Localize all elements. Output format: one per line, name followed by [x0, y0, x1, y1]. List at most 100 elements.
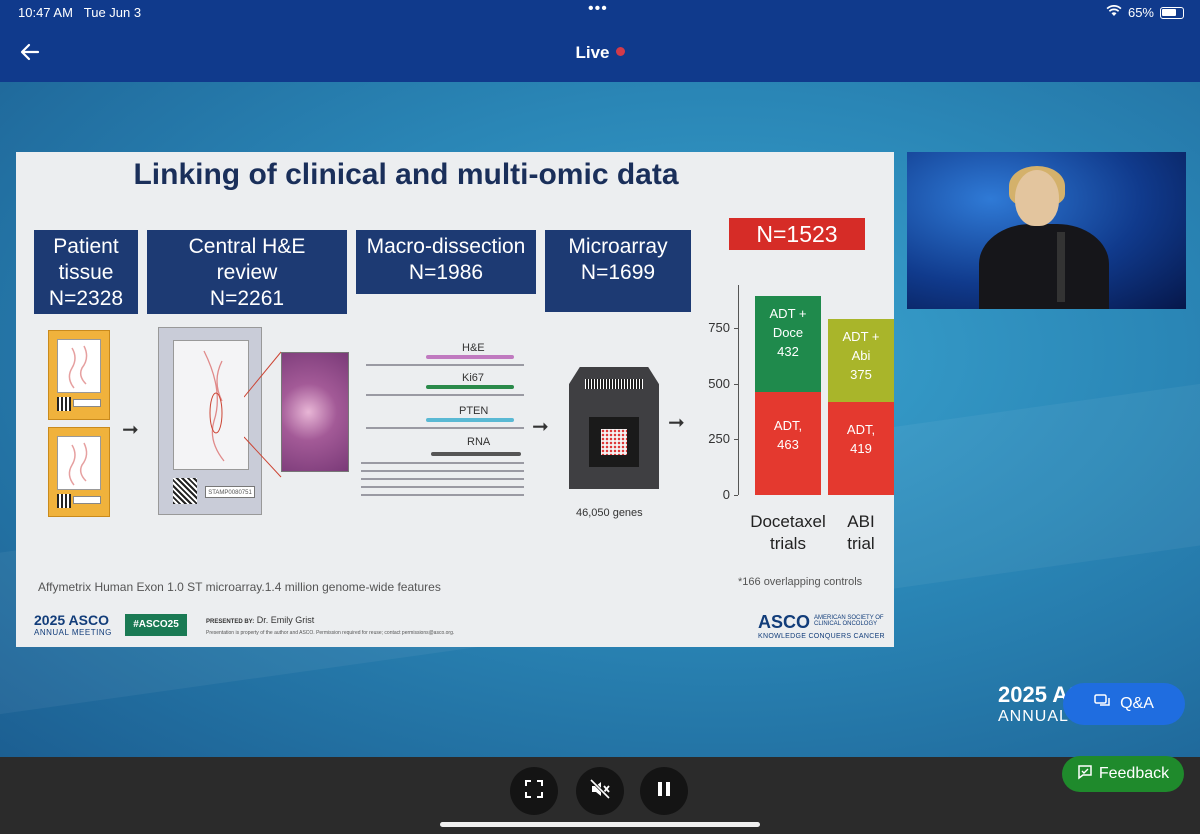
feedback-label: Feedback — [1098, 765, 1170, 782]
pten-band — [426, 418, 514, 422]
pause-button[interactable] — [640, 767, 688, 815]
lane-line — [361, 486, 524, 488]
bar-segment: ADT, 463 — [755, 392, 821, 495]
lane-label: RNA — [467, 436, 491, 448]
bar-data-label: ADT, 419 — [846, 422, 876, 457]
multitask-dots-icon[interactable]: ••• — [588, 0, 608, 18]
lane-label: PTEN — [459, 405, 489, 417]
lane-line — [361, 470, 524, 472]
asco-tagline: KNOWLEDGE CONQUERS CANCER — [758, 633, 885, 640]
microarray-chip — [569, 367, 659, 489]
battery-icon — [1160, 6, 1184, 19]
app-header: 10:47 AM Tue Jun 3 ••• 65% Live — [0, 0, 1200, 82]
step-microarray: Microarray N=1699 — [545, 230, 691, 312]
live-title: Live — [0, 43, 1200, 63]
step-title: Patient tissue — [53, 235, 119, 284]
step-n: N=2261 — [209, 287, 285, 310]
feedback-icon — [1077, 764, 1093, 785]
video-stage: Linking of clinical and multi-omic data … — [0, 82, 1200, 757]
lane-line — [366, 364, 524, 366]
qa-button[interactable]: Q&A — [1063, 683, 1185, 725]
presenter-name: Dr. Emily Grist — [256, 615, 315, 625]
lane-line — [366, 427, 524, 429]
playback-controls — [0, 757, 1200, 834]
y-tick-label: 750 — [708, 320, 730, 336]
status-bar: 10:47 AM Tue Jun 3 ••• 65% — [0, 0, 1200, 22]
qa-label: Q&A — [1120, 695, 1154, 712]
flow-arrow-icon: ➞ — [532, 416, 549, 438]
bar-data-label: ADT + Doce 432 — [769, 306, 807, 360]
step-patient-tissue: Patient tissue N=2328 — [34, 230, 138, 314]
y-axis-line — [738, 285, 739, 495]
battery-percent: 65% — [1127, 5, 1154, 20]
presenter-prefix: PRESENTED BY: — [206, 619, 255, 625]
asco-annual-meeting-logo: 2025 ASCO ANNUAL MEETING — [34, 612, 112, 637]
step-title: Macro-dissection — [366, 235, 526, 258]
histology-image — [281, 352, 349, 472]
asco-full-name: AMERICAN SOCIETY OF CLINICAL ONCOLOGY — [814, 615, 884, 627]
lane-line — [361, 462, 524, 464]
pause-icon — [657, 781, 671, 802]
fullscreen-button[interactable] — [510, 767, 558, 815]
y-tick-label: 250 — [708, 431, 730, 447]
logo-year: 2025 ASCO — [34, 612, 109, 628]
asco-wordmark: ASCO — [758, 612, 811, 632]
presentation-slide: Linking of clinical and multi-omic data … — [16, 152, 894, 647]
tissue-cassette — [48, 427, 110, 517]
y-tick-label: 0 — [722, 487, 730, 502]
feedback-button[interactable]: Feedback — [1062, 756, 1184, 792]
lane-line — [361, 478, 524, 480]
bar-data-label: ADT, 463 — [773, 417, 803, 452]
step-macro-dissection: Macro-dissection N=1986 — [356, 230, 536, 294]
speaker-video[interactable] — [907, 152, 1186, 309]
x-category-label: ABI trial — [847, 512, 875, 553]
flow-arrow-icon: ➞ — [668, 412, 685, 434]
lane-label: H&E — [462, 342, 485, 354]
status-right: 65% — [1106, 4, 1184, 20]
bar-segment: ADT + Doce 432 — [755, 296, 821, 393]
y-tick-mark — [734, 328, 738, 330]
step-n: N=2328 — [48, 287, 124, 310]
chat-bubbles-icon — [1094, 693, 1112, 715]
hashtag-badge: #ASCO25 — [125, 614, 187, 636]
step-central-review: Central H&E review N=2261 — [147, 230, 347, 314]
slide-title: Linking of clinical and multi-omic data — [133, 158, 679, 191]
ki67-band — [426, 385, 514, 389]
he-band — [426, 355, 514, 359]
lane-line — [366, 394, 524, 396]
rna-band — [431, 452, 521, 456]
lane-label: Ki67 — [462, 372, 485, 384]
presenter: PRESENTED BY: Dr. Emily Grist — [206, 615, 314, 625]
chip-label: 46,050 genes — [576, 507, 643, 519]
step-title: Central H&E review — [188, 235, 306, 284]
total-n-badge: N=1523 — [729, 218, 865, 250]
step-title: Microarray — [568, 235, 668, 258]
bar-segment: ADT, 419 — [828, 401, 894, 495]
step-n: N=1699 — [580, 261, 656, 284]
speaker-face — [1015, 170, 1059, 226]
mute-icon — [589, 778, 611, 804]
disclaimer: Presentation is property of the author a… — [206, 630, 455, 636]
flow-arrow-icon: ➞ — [122, 419, 139, 441]
speaker-body — [979, 224, 1109, 309]
status-time: 10:47 AM Tue Jun 3 — [18, 5, 142, 20]
y-tick-mark — [734, 495, 738, 496]
bar-segment: ADT + Abi 375 — [828, 318, 894, 402]
bar-data-label: ADT + Abi 375 — [842, 328, 880, 382]
footnote-left: Affymetrix Human Exon 1.0 ST microarray.… — [38, 580, 441, 594]
home-indicator[interactable] — [440, 822, 760, 827]
asco-logo: ASCO AMERICAN SOCIETY OF CLINICAL ONCOLOG… — [758, 612, 885, 640]
mute-button[interactable] — [576, 767, 624, 815]
footnote-right: *166 overlapping controls — [738, 576, 863, 588]
y-tick-label: 500 — [708, 375, 730, 391]
y-tick-mark — [734, 439, 738, 441]
wifi-icon — [1106, 4, 1122, 20]
step-n: N=1986 — [408, 261, 484, 284]
live-dot-icon — [615, 47, 625, 56]
y-tick-mark — [734, 383, 738, 385]
microphone-stand — [1057, 232, 1065, 302]
slide-stamp: STAMP0080751 — [205, 486, 255, 498]
fullscreen-icon — [525, 779, 543, 803]
logo-sub: ANNUAL MEETING — [34, 628, 112, 637]
lane-line — [361, 494, 524, 496]
